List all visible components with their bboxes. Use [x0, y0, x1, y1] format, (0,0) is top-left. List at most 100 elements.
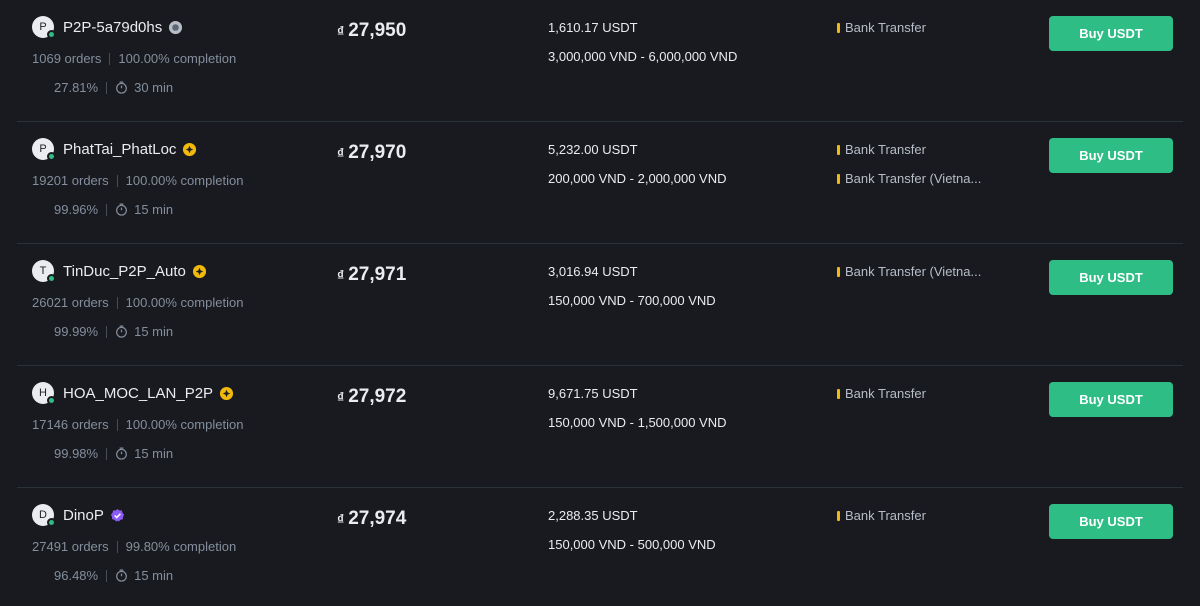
advertiser-name[interactable]: TinDuc_P2P_Auto	[63, 263, 186, 280]
payment-method: Bank Transfer	[837, 386, 926, 401]
online-status-dot	[47, 30, 56, 39]
payment-method-label: Bank Transfer (Vietna...	[845, 171, 982, 186]
ad-row: D DinoP 27491 orders 99.80% completion 9…	[0, 488, 1200, 606]
advertiser-name-container: PhatTai_PhatLoc	[63, 141, 197, 158]
trade-stats: 26021 orders 100.00% completion	[32, 295, 243, 310]
trade-stats: 17146 orders 100.00% completion	[32, 417, 243, 432]
payment-method-label: Bank Transfer (Vietna...	[845, 264, 982, 279]
price: ₫ 27,950	[337, 20, 406, 42]
ad-row: T TinDuc_P2P_Auto 26021 orders 100.00% c…	[0, 244, 1200, 366]
online-status-dot	[47, 518, 56, 527]
divider	[109, 52, 111, 65]
payment-method: Bank Transfer	[837, 508, 926, 523]
payment-method-label: Bank Transfer	[845, 508, 926, 523]
buy-usdt-button[interactable]: Buy USDT	[1049, 16, 1173, 51]
purple-verified-badge-icon	[110, 508, 124, 522]
ad-row: H HOA_MOC_LAN_P2P 17146 orders 100.00% c…	[0, 366, 1200, 488]
price: ₫ 27,972	[337, 386, 406, 408]
timer-icon	[116, 203, 128, 216]
positive-rating: 96.48%	[54, 568, 99, 583]
avatar[interactable]: D	[32, 504, 56, 527]
order-limit: 3,000,000 VND - 6,000,000 VND	[548, 49, 738, 64]
price-value: 27,974	[348, 508, 407, 529]
avatar[interactable]: T	[32, 260, 56, 283]
buy-usdt-button[interactable]: Buy USDT	[1049, 138, 1173, 173]
price-value: 27,950	[348, 20, 407, 41]
order-count: 19201 orders	[32, 173, 109, 188]
price: ₫ 27,970	[337, 142, 406, 164]
buy-usdt-button[interactable]: Buy USDT	[1049, 382, 1173, 417]
payment-time-limit: 15 min	[134, 202, 174, 217]
order-limit: 200,000 VND - 2,000,000 VND	[548, 171, 727, 186]
online-status-dot	[47, 274, 56, 283]
price-value: 27,971	[348, 264, 407, 285]
available-amount: 5,232.00 USDT	[548, 142, 638, 157]
ad-list: P P2P-5a79d0hs 1069 orders 100.00% compl…	[0, 0, 1200, 606]
payment-method: Bank Transfer	[837, 142, 926, 157]
order-count: 17146 orders	[32, 417, 109, 432]
rating-meta: 99.96% 15 min	[54, 202, 173, 217]
divider	[106, 569, 108, 582]
timer-icon	[116, 569, 128, 582]
advertiser-name[interactable]: DinoP	[63, 507, 104, 524]
payment-method: Bank Transfer (Vietna...	[837, 264, 981, 279]
price-value: 27,972	[348, 386, 407, 407]
available-amount: 9,671.75 USDT	[548, 386, 638, 401]
payment-time-limit: 15 min	[134, 324, 174, 339]
advertiser-name[interactable]: HOA_MOC_LAN_P2P	[63, 385, 213, 402]
available-amount: 1,610.17 USDT	[548, 20, 638, 35]
avatar-letter: P	[39, 143, 47, 155]
order-count: 26021 orders	[32, 295, 109, 310]
currency-symbol: ₫	[337, 511, 345, 527]
payment-method: Bank Transfer	[837, 20, 926, 35]
avatar[interactable]: P	[32, 16, 56, 39]
payment-time-limit: 30 min	[134, 80, 174, 95]
payment-marker-icon	[837, 173, 840, 184]
price: ₫ 27,971	[337, 264, 406, 286]
payment-marker-icon	[837, 388, 840, 399]
positive-rating: 99.99%	[54, 324, 99, 339]
payment-time-limit: 15 min	[134, 568, 174, 583]
divider	[116, 418, 118, 431]
payment-method-label: Bank Transfer	[845, 142, 926, 157]
buy-usdt-button[interactable]: Buy USDT	[1049, 504, 1173, 539]
avatar-letter: D	[39, 509, 47, 521]
completion-rate: 100.00% completion	[118, 51, 237, 66]
payment-marker-icon	[837, 144, 840, 155]
timer-icon	[116, 447, 128, 460]
advertiser-name[interactable]: PhatTai_PhatLoc	[63, 141, 176, 158]
gray-verified-badge-icon	[169, 20, 183, 35]
rating-meta: 96.48% 15 min	[54, 568, 173, 583]
available-amount: 2,288.35 USDT	[548, 508, 638, 523]
advertiser-name-container: TinDuc_P2P_Auto	[63, 263, 207, 280]
completion-rate: 100.00% completion	[125, 417, 244, 432]
price-value: 27,970	[348, 142, 407, 163]
divider	[116, 296, 118, 309]
payment-method-label: Bank Transfer	[845, 20, 926, 35]
order-limit: 150,000 VND - 500,000 VND	[548, 537, 716, 552]
advertiser-name-container: P2P-5a79d0hs	[63, 19, 183, 36]
payment-time-limit: 15 min	[134, 446, 174, 461]
avatar[interactable]: H	[32, 382, 56, 405]
payment-marker-icon	[837, 266, 840, 277]
order-limit: 150,000 VND - 1,500,000 VND	[548, 415, 727, 430]
avatar-letter: H	[39, 387, 47, 399]
gold-merchant-badge-icon	[183, 142, 197, 157]
order-limit: 150,000 VND - 700,000 VND	[548, 293, 716, 308]
completion-rate: 100.00% completion	[125, 295, 244, 310]
positive-rating: 99.96%	[54, 202, 99, 217]
avatar-letter: P	[39, 21, 47, 33]
buy-usdt-button[interactable]: Buy USDT	[1049, 260, 1173, 295]
ad-row: P P2P-5a79d0hs 1069 orders 100.00% compl…	[0, 0, 1200, 122]
trade-stats: 19201 orders 100.00% completion	[32, 173, 243, 188]
timer-icon	[116, 325, 128, 338]
divider	[116, 540, 118, 553]
online-status-dot	[47, 396, 56, 405]
avatar[interactable]: P	[32, 138, 56, 161]
completion-rate: 100.00% completion	[125, 173, 244, 188]
completion-rate: 99.80% completion	[125, 539, 237, 554]
payment-method-label: Bank Transfer	[845, 386, 926, 401]
payment-marker-icon	[837, 22, 840, 33]
advertiser-name[interactable]: P2P-5a79d0hs	[63, 19, 162, 36]
gold-merchant-badge-icon	[220, 386, 234, 401]
